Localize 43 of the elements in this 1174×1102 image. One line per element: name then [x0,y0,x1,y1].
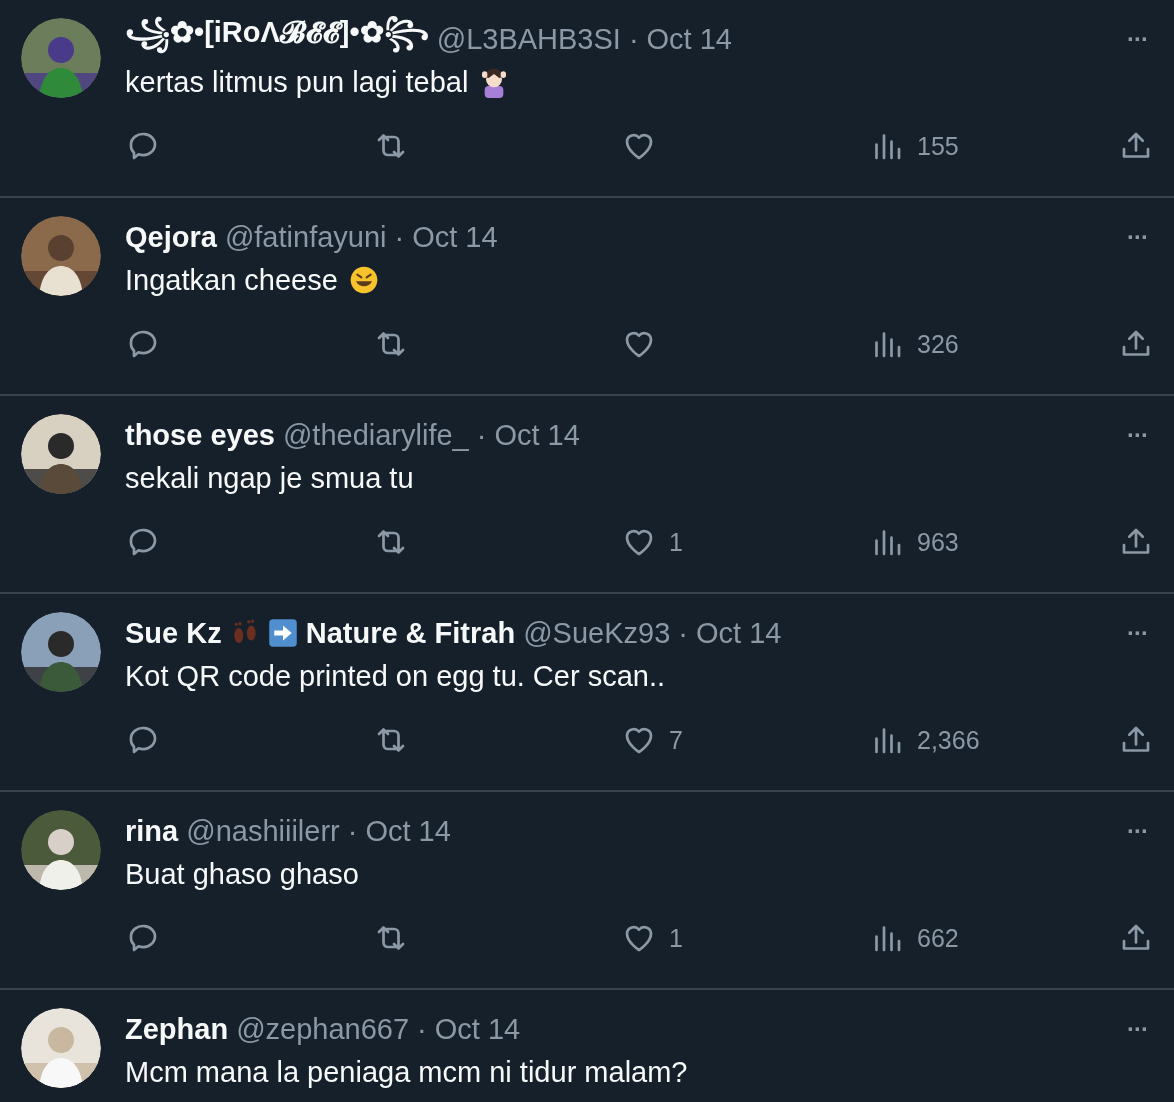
tweet-date[interactable]: Oct 14 [412,220,498,254]
user-handle[interactable]: @thediarylife_ [282,418,469,452]
user-name[interactable]: Zephan [125,1012,229,1046]
tweet-date[interactable]: Oct 14 [434,1012,521,1046]
more-button[interactable]: ··· [1121,25,1154,53]
separator-dot: · [476,418,487,452]
tweet-text: Buat ghaso ghaso [125,857,359,891]
tweet-text: Kot QR code printed on egg tu. Cer scan.. [125,659,666,693]
separator-dot: · [628,22,639,56]
more-button[interactable]: ··· [1121,1015,1154,1043]
user-handle[interactable]: @nashiiilerr [186,814,340,848]
view-count: 155 [917,131,959,161]
separator-dot: · [678,616,688,650]
tweet-date[interactable]: Oct 14 [646,22,732,56]
user-handle[interactable]: @SueKz93 [523,616,671,650]
more-button[interactable]: ··· [1121,223,1154,251]
more-button[interactable]: ··· [1121,619,1154,647]
tweet-date[interactable]: Oct 14 [365,814,451,848]
user-name[interactable]: rina [125,814,179,848]
tweet-text: Mcm mana la peniaga mcm ni tidur malam? [125,1055,688,1089]
separator-dot: · [394,220,405,254]
like-count: 7 [669,725,683,755]
tweet-text: Ingatkan cheese [125,263,338,297]
like-count: 1 [669,923,683,953]
user-handle[interactable]: @fatinfayuni [224,220,387,254]
user-name[interactable]: Sue Kz [125,616,222,650]
tweet-date[interactable]: Oct 14 [696,616,782,650]
user-name[interactable]: Nature & Fitrah [305,616,516,650]
tweet-date[interactable]: Oct 14 [494,418,580,452]
user-handle[interactable]: @L3BAHB3SI [436,22,621,56]
separator-dot: · [417,1012,427,1046]
more-button[interactable]: ··· [1121,817,1154,845]
separator-dot: · [347,814,358,848]
more-button[interactable]: ··· [1121,421,1154,449]
user-name[interactable]: those eyes [125,418,275,452]
tweet-text: sekali ngap je smua tu [125,461,414,495]
user-name[interactable]: Qejora [125,220,217,254]
like-count: 1 [669,527,683,557]
view-count: 662 [917,923,959,953]
view-count: 326 [917,329,959,359]
view-count: 963 [917,527,959,557]
view-count: 2,366 [917,725,980,755]
user-handle[interactable]: @zephan667 [236,1012,410,1046]
